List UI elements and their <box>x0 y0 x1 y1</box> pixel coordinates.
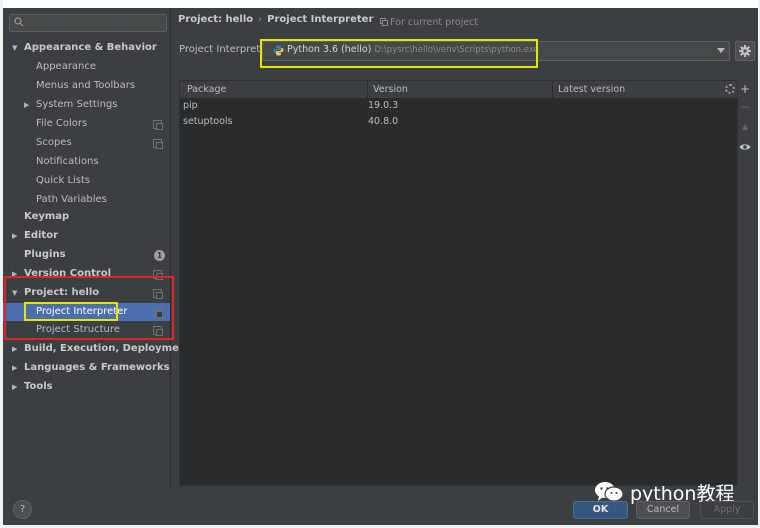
column-divider <box>367 81 368 98</box>
tree-item-label: Editor <box>24 230 58 241</box>
loading-spinner-icon <box>725 84 735 94</box>
breadcrumb-page: Project Interpreter <box>267 14 374 25</box>
chevron-right-icon: ▶ <box>12 232 18 240</box>
packages-table: Package Version Latest version pip 19.0.… <box>179 80 738 486</box>
tree-item-label: Appearance <box>36 61 97 72</box>
question-icon: ? <box>19 504 26 515</box>
search-icon <box>14 17 24 27</box>
help-button[interactable]: ? <box>13 500 32 519</box>
tree-item-appearance-behavior[interactable]: ▼ Appearance & Behavior <box>3 39 170 57</box>
tree-item-label: Tools <box>24 381 53 392</box>
chevron-right-icon: ▶ <box>12 383 18 391</box>
plus-icon: + <box>739 82 751 96</box>
column-header-latest-version[interactable]: Latest version <box>558 84 625 95</box>
window-top-edge <box>0 0 760 8</box>
tree-item-languages-frameworks[interactable]: ▶ Languages & Frameworks <box>3 359 170 377</box>
tree-item-label: Build, Execution, Deployment <box>24 343 191 354</box>
tree-item-label: Menus and Toolbars <box>36 80 136 91</box>
highlight-box-yellow-interpreter <box>260 39 538 68</box>
tree-item-notifications[interactable]: Notifications <box>3 153 170 171</box>
eye-icon <box>739 144 751 150</box>
chevron-down-icon <box>717 48 725 53</box>
tree-item-label: Path Variables <box>36 194 107 205</box>
project-scope-icon <box>153 120 163 130</box>
update-count-badge: 1 <box>154 250 165 261</box>
tree-item-system-settings[interactable]: ▶ System Settings <box>3 96 170 114</box>
ok-button[interactable]: OK <box>573 501 628 519</box>
tree-item-label: File Colors <box>36 118 88 129</box>
tree-item-file-colors[interactable]: File Colors <box>3 115 170 133</box>
tree-item-label: Languages & Frameworks <box>24 362 170 373</box>
package-version: 40.8.0 <box>368 116 399 127</box>
tree-item-label: Keymap <box>24 211 70 222</box>
column-header-version[interactable]: Version <box>373 84 408 95</box>
settings-sidebar: ▼ Appearance & Behavior Appearance Menus… <box>3 8 191 488</box>
wechat-logo-icon <box>595 482 624 502</box>
tree-item-plugins[interactable]: Plugins 1 <box>3 246 170 264</box>
add-package-button[interactable]: + <box>736 81 754 97</box>
table-header: Package Version Latest version <box>180 81 737 99</box>
chevron-right-icon: ▶ <box>24 101 30 109</box>
tree-item-editor[interactable]: ▶ Editor <box>3 227 170 245</box>
upgrade-package-button[interactable]: ▲ <box>736 119 754 135</box>
chevron-right-icon: ▶ <box>12 364 18 372</box>
breadcrumb-separator: › <box>258 14 263 25</box>
column-divider <box>552 81 553 98</box>
breadcrumb: Project: hello › Project Interpreter <box>178 14 373 25</box>
package-toolbar: + − ▲ <box>736 80 754 180</box>
tree-item-label: System Settings <box>36 99 118 110</box>
tree-item-tools[interactable]: ▶ Tools <box>3 378 170 396</box>
show-early-releases-button[interactable] <box>736 139 754 155</box>
tree-item-scopes[interactable]: Scopes <box>3 134 170 152</box>
for-current-project-text: For current project <box>390 17 479 28</box>
project-scope-icon <box>153 139 163 149</box>
tree-item-appearance[interactable]: Appearance <box>3 58 170 76</box>
interpreter-settings-button[interactable] <box>735 41 755 61</box>
tree-item-menus-toolbars[interactable]: Menus and Toolbars <box>3 77 170 95</box>
package-version: 19.0.3 <box>368 100 399 111</box>
tree-item-label: Plugins <box>24 249 66 260</box>
cancel-button[interactable]: Cancel <box>636 501 690 519</box>
for-current-project-note: For current project <box>380 17 478 28</box>
table-row[interactable]: pip 19.0.3 <box>180 99 737 115</box>
highlight-box-yellow-sidebar <box>24 302 118 321</box>
settings-search-input[interactable] <box>9 14 167 32</box>
table-row[interactable]: setuptools 40.8.0 <box>180 115 737 131</box>
tree-item-build-execution-deployment[interactable]: ▶ Build, Execution, Deployment <box>3 340 191 358</box>
chevron-right-icon: ▶ <box>12 345 18 353</box>
tree-item-label: Appearance & Behavior <box>24 42 157 53</box>
package-name: pip <box>183 100 198 111</box>
upgrade-arrow-icon: ▲ <box>741 122 749 131</box>
chevron-down-icon: ▼ <box>12 44 18 52</box>
tree-item-label: Notifications <box>36 156 99 167</box>
apply-button[interactable]: Apply <box>700 501 754 519</box>
tree-item-label: Quick Lists <box>36 175 91 186</box>
tree-item-keymap[interactable]: Keymap <box>3 208 170 226</box>
gear-icon <box>739 45 751 57</box>
breadcrumb-root: Project: hello <box>178 14 254 25</box>
tree-item-path-variables[interactable]: Path Variables <box>3 191 170 209</box>
project-scope-icon <box>380 18 388 26</box>
remove-package-button[interactable]: − <box>736 99 754 115</box>
minus-icon: − <box>739 100 751 114</box>
column-header-package[interactable]: Package <box>187 84 226 95</box>
package-name: setuptools <box>183 116 233 127</box>
tree-item-label: Scopes <box>36 137 72 148</box>
tree-item-quick-lists[interactable]: Quick Lists <box>3 172 170 190</box>
